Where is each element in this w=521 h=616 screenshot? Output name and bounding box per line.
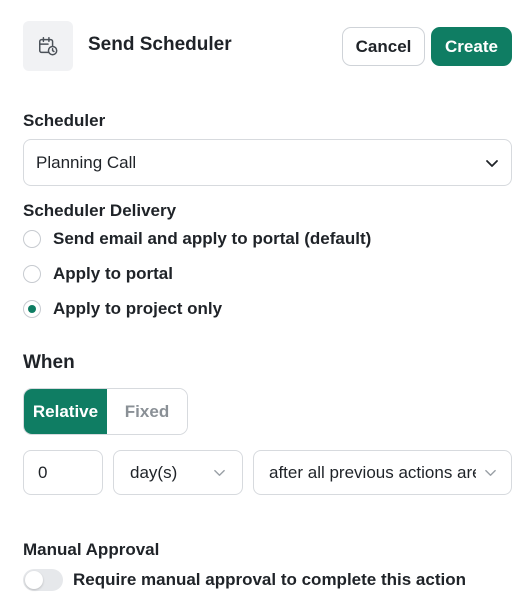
scheduler-header-icon: [23, 21, 73, 71]
delivery-option-portal[interactable]: Apply to portal: [23, 264, 173, 284]
scheduler-select[interactable]: Planning Call: [23, 139, 512, 186]
tab-fixed[interactable]: Fixed: [107, 389, 187, 434]
create-button[interactable]: Create: [431, 27, 512, 66]
relation-value: after all previous actions are completed: [269, 462, 476, 482]
chevron-down-icon: [485, 156, 499, 170]
radio-button-selected[interactable]: [23, 300, 41, 318]
delivery-option-label: Apply to project only: [53, 299, 223, 318]
manual-approval-label: Manual Approval: [23, 540, 160, 559]
cancel-button[interactable]: Cancel: [342, 27, 425, 66]
toggle-knob: [25, 571, 43, 589]
delivery-label: Scheduler Delivery: [23, 201, 177, 220]
unit-select[interactable]: day(s): [113, 450, 243, 495]
manual-approval-toggle-label: Require manual approval to complete this…: [73, 570, 466, 589]
delivery-option-project-only[interactable]: Apply to project only: [23, 299, 222, 319]
unit-value: day(s): [130, 462, 178, 482]
chevron-down-icon: [484, 466, 497, 479]
when-heading: When: [23, 352, 75, 373]
amount-input[interactable]: 0: [23, 450, 103, 495]
delivery-option-email-portal[interactable]: Send email and apply to portal (default): [23, 229, 371, 249]
scheduler-label: Scheduler: [23, 111, 106, 130]
manual-approval-toggle[interactable]: [23, 569, 63, 591]
when-mode-toggle: Relative Fixed: [23, 388, 188, 435]
page-title: Send Scheduler: [88, 34, 232, 55]
radio-button[interactable]: [23, 265, 41, 283]
amount-value: 0: [38, 462, 48, 482]
delivery-option-label: Send email and apply to portal (default): [53, 229, 372, 248]
radio-button[interactable]: [23, 230, 41, 248]
tab-relative[interactable]: Relative: [24, 389, 107, 434]
delivery-option-label: Apply to portal: [53, 264, 173, 283]
chevron-down-icon: [213, 466, 226, 479]
relation-select[interactable]: after all previous actions are completed: [253, 450, 512, 495]
calendar-clock-icon: [39, 37, 58, 56]
scheduler-selected-value: Planning Call: [36, 152, 137, 172]
